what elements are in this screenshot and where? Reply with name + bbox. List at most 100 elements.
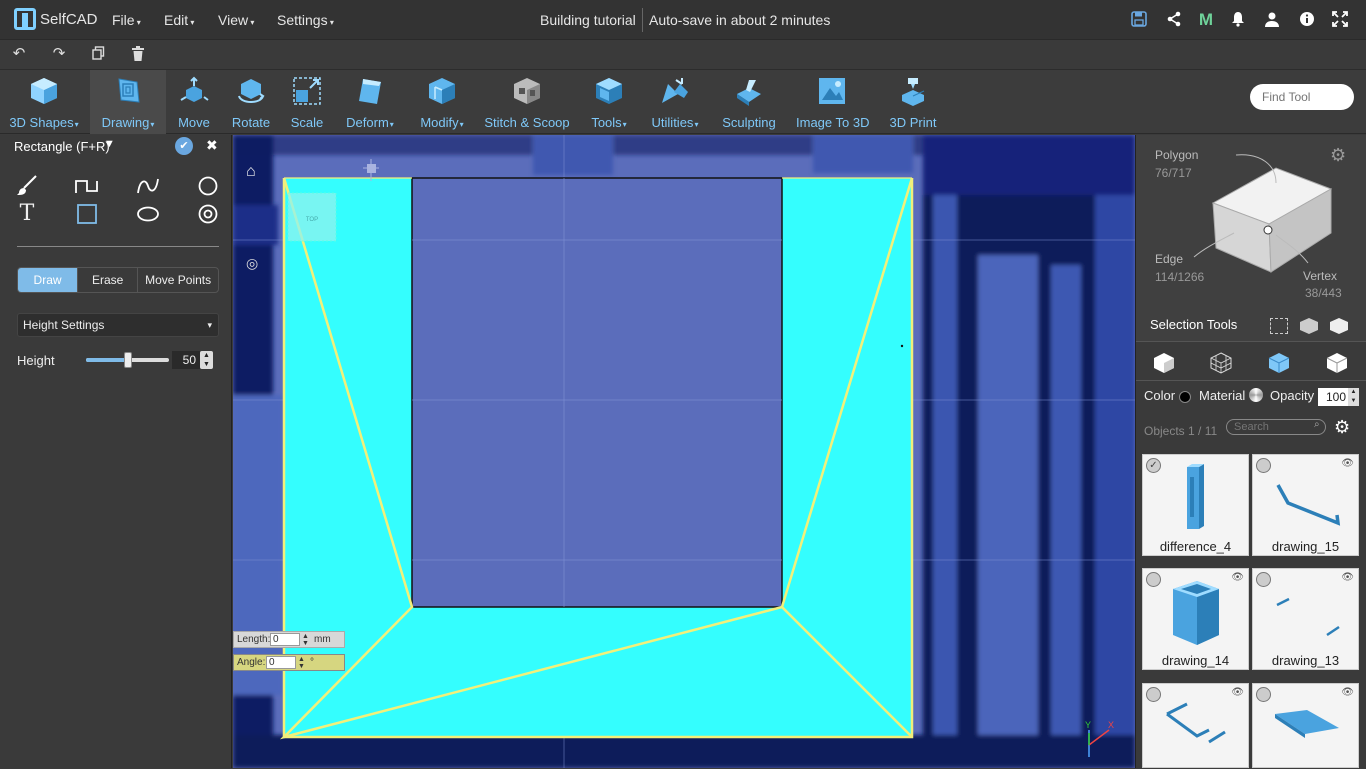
object-card[interactable]: 👁 drawing_15 xyxy=(1252,454,1359,556)
face-mode-icon[interactable] xyxy=(1268,352,1290,374)
home-icon[interactable]: ⌂ xyxy=(246,163,256,181)
scene-canvas[interactable]: TOP Y X xyxy=(233,135,1135,768)
curve-icon[interactable] xyxy=(136,175,160,197)
angle-input[interactable]: 0 xyxy=(266,656,296,669)
3d-viewport[interactable]: TOP Y X ⌂ ◎ xyxy=(233,135,1135,768)
object-select-checkbox[interactable] xyxy=(1256,687,1271,702)
mesh-mode-icon[interactable] xyxy=(1210,352,1232,374)
panel-title-dropdown-icon[interactable]: ▼ xyxy=(104,138,115,150)
height-stepper[interactable]: ▲ ▼ xyxy=(200,351,213,369)
object-select-checkbox[interactable] xyxy=(1256,458,1271,473)
vertex-mode-icon[interactable] xyxy=(1326,352,1348,374)
autosave-status: Auto-save in about 2 minutes xyxy=(649,12,831,28)
angle-stepper[interactable]: ▲ ▼ xyxy=(298,656,305,670)
tool-tools[interactable]: Tools xyxy=(584,70,634,134)
orbit-icon[interactable]: ◎ xyxy=(246,255,258,272)
stitch-scoop-icon xyxy=(514,78,540,104)
share-icon[interactable] xyxy=(1165,11,1183,29)
object-select-checkbox[interactable] xyxy=(1256,572,1271,587)
bell-icon[interactable] xyxy=(1229,11,1247,29)
close-icon[interactable]: ✖ xyxy=(206,137,218,154)
save-icon[interactable] xyxy=(1130,11,1148,29)
tool-sculpting[interactable]: Sculpting xyxy=(720,70,778,134)
object-select-checkbox[interactable] xyxy=(1146,572,1161,587)
app-logo[interactable]: SelfCAD xyxy=(14,8,98,30)
object-name: difference_4 xyxy=(1159,539,1232,554)
confirm-icon[interactable]: ✔ xyxy=(175,137,193,155)
tool-move[interactable]: Move xyxy=(168,70,220,134)
document-title[interactable]: Building tutorial xyxy=(540,12,636,28)
tool-3d-shapes[interactable]: 3D Shapes xyxy=(0,70,88,134)
scale-icon xyxy=(293,77,321,105)
object-card[interactable]: 👁 drawing_13 xyxy=(1252,568,1359,670)
tool-rotate[interactable]: Rotate xyxy=(224,70,278,134)
rectangle-icon[interactable] xyxy=(75,203,99,225)
length-label: Length: xyxy=(237,634,271,645)
length-stepper[interactable]: ▲ ▼ xyxy=(302,633,309,647)
tool-utilities[interactable]: Utilities xyxy=(646,70,704,134)
redo-icon[interactable]: ↷ xyxy=(51,46,67,62)
visibility-off-icon[interactable]: 👁 xyxy=(1231,687,1244,698)
find-tool-input[interactable] xyxy=(1250,84,1354,110)
length-unit: mm xyxy=(314,634,331,645)
tools-icon xyxy=(596,78,622,104)
object-select-checkbox[interactable]: ✓ xyxy=(1146,458,1161,473)
copy-icon[interactable] xyxy=(90,46,106,62)
m-brand-icon[interactable]: M xyxy=(1197,11,1215,29)
objects-settings-gear-icon[interactable]: ⚙ xyxy=(1334,417,1350,438)
tool-image-to-3d[interactable]: Image To 3D xyxy=(796,70,869,134)
menu-edit[interactable]: Edit xyxy=(164,12,194,28)
user-icon[interactable] xyxy=(1263,11,1281,29)
height-slider[interactable] xyxy=(86,352,169,368)
ellipse-icon[interactable] xyxy=(136,203,160,225)
height-value-input[interactable]: 50 xyxy=(172,351,200,369)
rotate-icon xyxy=(238,79,265,103)
draw-mode-button[interactable]: Draw xyxy=(18,268,79,292)
ring-icon[interactable] xyxy=(196,203,220,225)
erase-mode-button[interactable]: Erase xyxy=(78,268,139,292)
circle-icon[interactable] xyxy=(196,175,220,197)
height-label: Height xyxy=(17,353,55,368)
box-select-icon[interactable] xyxy=(1270,318,1288,334)
tool-stitch-scoop[interactable]: Stitch & Scoop xyxy=(484,70,570,134)
visibility-off-icon[interactable]: 👁 xyxy=(1341,687,1354,698)
polyline-icon[interactable] xyxy=(75,175,99,197)
brush-icon[interactable] xyxy=(15,175,39,197)
menu-settings[interactable]: Settings xyxy=(277,12,334,28)
height-settings-select[interactable]: Height Settings xyxy=(17,313,219,337)
tool-scale[interactable]: Scale xyxy=(282,70,332,134)
menu-file[interactable]: File xyxy=(112,12,141,28)
objects-search-input[interactable] xyxy=(1226,419,1326,435)
undo-icon[interactable]: ↶ xyxy=(11,46,27,62)
move-points-mode-button[interactable]: Move Points xyxy=(138,268,218,292)
info-icon[interactable] xyxy=(1298,11,1316,29)
object-mode-icon[interactable] xyxy=(1153,352,1175,374)
angle-label: Angle: xyxy=(237,657,266,668)
panel-divider xyxy=(17,246,219,247)
object-card[interactable]: 👁 xyxy=(1142,683,1249,768)
opacity-input[interactable]: 100 xyxy=(1318,388,1348,406)
length-input[interactable]: 0 xyxy=(270,633,300,646)
visibility-off-icon[interactable]: 👁 xyxy=(1231,572,1244,583)
fullscreen-icon[interactable] xyxy=(1331,11,1349,29)
menu-view[interactable]: View xyxy=(218,12,254,28)
object-select-checkbox[interactable] xyxy=(1146,687,1161,702)
tool-drawing[interactable]: Drawing xyxy=(90,70,166,134)
trash-icon[interactable] xyxy=(130,46,146,62)
tool-deform[interactable]: Deform xyxy=(338,70,402,134)
color-swatch[interactable] xyxy=(1179,391,1191,403)
length-row: Length: 0 ▲ ▼ mm xyxy=(233,631,345,648)
tool-modify[interactable]: Modify xyxy=(410,70,474,134)
object-name: drawing_13 xyxy=(1271,653,1340,668)
tool-3d-print[interactable]: 3D Print xyxy=(886,70,940,134)
inner-rectangle[interactable] xyxy=(411,177,783,608)
visibility-off-icon[interactable]: 👁 xyxy=(1341,572,1354,583)
height-slider-handle[interactable] xyxy=(123,352,132,368)
text-icon[interactable]: T xyxy=(15,203,39,225)
material-icon[interactable] xyxy=(1249,388,1263,402)
object-card[interactable]: ✓ difference_4 xyxy=(1142,454,1249,556)
opacity-stepper[interactable]: ▲ ▼ xyxy=(1348,388,1359,406)
object-card[interactable]: 👁 xyxy=(1252,683,1359,768)
object-card[interactable]: 👁 drawing_14 xyxy=(1142,568,1249,670)
visibility-off-icon[interactable]: 👁 xyxy=(1341,458,1354,469)
